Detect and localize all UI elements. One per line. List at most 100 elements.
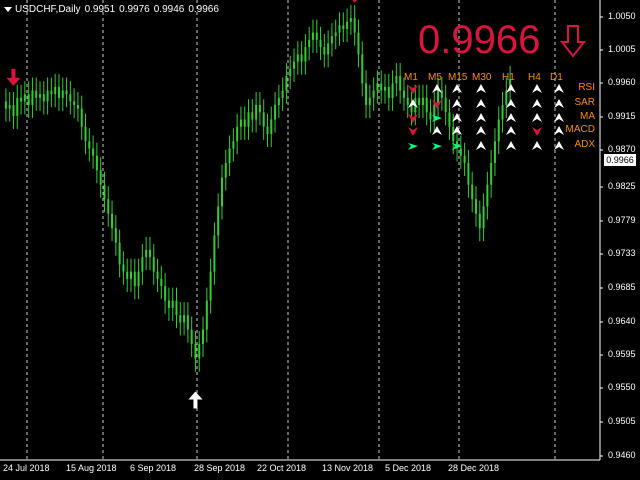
candle-body [349, 18, 352, 22]
candle-body [141, 257, 144, 272]
candle-body [80, 108, 83, 127]
chart-header: USDCHF,Daily 0.9951 0.9976 0.9946 0.9966 [4, 4, 223, 15]
indicator-label: MACD [565, 124, 595, 135]
y-tick-label: 1.0005 [608, 44, 636, 54]
candle-body [111, 213, 114, 229]
y-tick-label: 0.9870 [608, 144, 636, 154]
candle-body [296, 54, 299, 62]
candle-body [482, 206, 485, 229]
candle-body [418, 97, 421, 106]
candle-body [61, 90, 64, 98]
candle-body [357, 32, 360, 55]
y-tick-label: 0.9550 [608, 382, 636, 392]
candle-body [42, 94, 45, 102]
signal-up-icon [476, 84, 486, 93]
candle-body [395, 76, 398, 84]
signal-down-icon [408, 127, 418, 136]
signal-down-icon [408, 114, 418, 123]
candle-body [258, 105, 261, 113]
candle-body [478, 213, 481, 229]
candle-body [205, 300, 208, 330]
candle-body [217, 206, 220, 236]
candle-body [330, 36, 333, 44]
candle-body [202, 329, 205, 345]
candle-body [274, 105, 277, 120]
candle-body [130, 271, 132, 279]
y-tick-label: 0.9460 [608, 450, 636, 460]
x-tick-label: 13 Nov 2018 [322, 463, 374, 473]
signal-up-icon [506, 99, 516, 108]
candle-body [57, 86, 60, 98]
candle-body [213, 235, 216, 272]
candle-body [402, 90, 405, 98]
candle-body [342, 25, 345, 29]
candle-body [315, 32, 318, 40]
indicator-label: SAR [574, 97, 595, 108]
candle-body [198, 344, 201, 359]
candle-body [84, 126, 87, 142]
y-tick-label: 1.0050 [608, 11, 636, 21]
timeframe-label: H4 [528, 72, 541, 83]
candle-body [308, 39, 311, 48]
candle-body [209, 271, 212, 301]
candle-body [133, 271, 136, 287]
y-tick-label: 0.9505 [608, 416, 636, 426]
candle-body [486, 184, 489, 207]
candle-body [8, 105, 11, 109]
x-tick-label: 6 Sep 2018 [130, 463, 177, 473]
candle-body [338, 25, 341, 33]
timeframe-label: M5 [428, 72, 442, 83]
candle-body [148, 249, 151, 258]
candle-body [490, 162, 493, 185]
indicator-label: MA [580, 111, 595, 122]
candle-body [448, 112, 451, 127]
candle-body [175, 300, 178, 316]
candle-body [327, 43, 330, 55]
candle-body [186, 315, 189, 330]
x-tick-label: 22 Oct 2018 [257, 463, 307, 473]
price-chart[interactable] [0, 0, 640, 480]
candle-body [493, 141, 496, 163]
candle-body [103, 184, 106, 200]
candle-body [232, 141, 235, 149]
candle-body [471, 184, 474, 200]
candle-body [365, 83, 368, 106]
candle-body [27, 94, 30, 106]
signal-up-icon [476, 99, 486, 108]
candle-body [300, 54, 303, 62]
candle-body [183, 315, 186, 323]
candle-body [167, 300, 170, 308]
candle-body [23, 94, 26, 102]
y-tick-label: 0.9595 [608, 349, 636, 359]
y-tick-label: 0.9915 [608, 111, 636, 121]
candle-body [4, 101, 7, 109]
candle-body [266, 126, 269, 135]
signal-up-icon [408, 99, 418, 108]
y-tick-label: 0.9960 [608, 77, 636, 87]
signal-up-icon [506, 84, 516, 93]
timeframe-label: M30 [472, 72, 492, 83]
timeframe-label: M1 [404, 72, 418, 83]
buy-arrow-icon [188, 391, 203, 409]
current-price-tag: 0.9966 [604, 154, 636, 166]
signal-up-icon [506, 126, 516, 135]
candle-body [429, 112, 432, 120]
candle-body [474, 199, 477, 214]
candle-body [228, 148, 231, 163]
candle-body [384, 86, 386, 91]
candle-body [323, 47, 326, 55]
candle-body [444, 97, 447, 113]
candle-body [88, 141, 91, 149]
timeframe-label: M15 [448, 72, 468, 83]
candle-body [387, 86, 390, 98]
signal-up-icon [476, 113, 486, 122]
candle-body [346, 21, 349, 29]
dropdown-icon[interactable] [4, 6, 12, 12]
y-tick-label: 0.9825 [608, 181, 636, 191]
signal-up-icon [452, 99, 462, 108]
candle-body [281, 90, 284, 98]
candle-body [12, 105, 15, 116]
y-tick-label: 0.9685 [608, 282, 636, 292]
signal-green-icon [408, 143, 418, 150]
candle-body [190, 329, 193, 345]
